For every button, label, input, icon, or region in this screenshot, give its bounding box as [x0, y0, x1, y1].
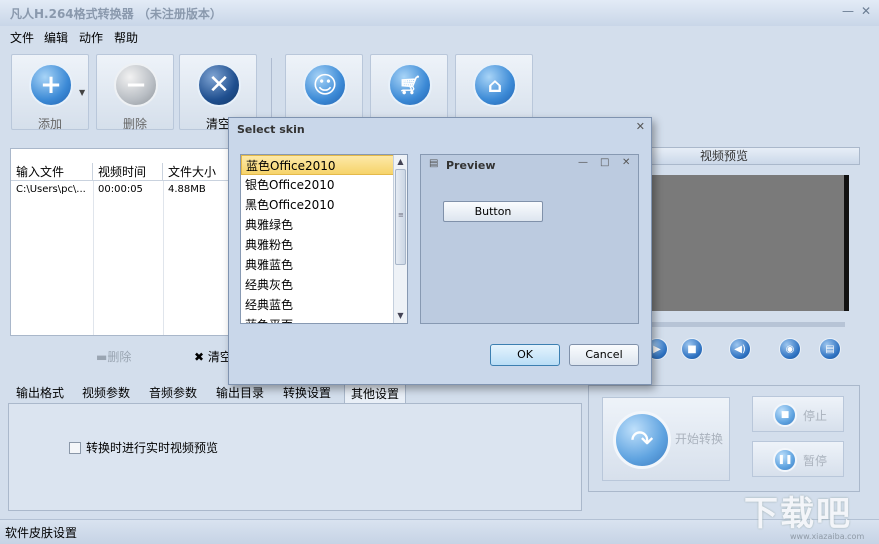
delete-button[interactable]: − 删除 [96, 54, 174, 131]
list-item[interactable]: 银色Office2010 [241, 175, 395, 195]
menu-edit[interactable]: 编辑 [44, 29, 68, 46]
skin-list-scrollbar[interactable]: ▲ ≡ ▼ [393, 155, 407, 323]
volume-icon[interactable]: ◀) [729, 338, 751, 360]
skin-preview-panel: ▤ Preview — □ ✕ Button [420, 154, 639, 324]
preview-title: Preview [446, 159, 496, 172]
minimize-icon: — [578, 157, 588, 168]
status-text: 软件皮肤设置 [5, 526, 78, 540]
column-divider [163, 181, 164, 335]
ok-button[interactable]: OK [490, 344, 560, 366]
add-icon: + [29, 63, 73, 107]
list-item[interactable]: 蓝色平面 [241, 315, 395, 323]
pause-button[interactable]: ❚❚ 暂停 [752, 441, 844, 477]
maximize-icon: □ [600, 157, 610, 168]
column-input-file[interactable]: 输入文件 [11, 163, 93, 181]
close-icon[interactable]: ✕ [858, 3, 874, 19]
snapshot-icon[interactable]: ◉ [779, 338, 801, 360]
clear-list-button[interactable]: ✖︎ 清空 [194, 348, 232, 365]
file-list-header: 输入文件 视频时间 文件大小 [11, 163, 249, 181]
skin-list[interactable]: 蓝色Office2010 银色Office2010 黑色Office2010 典… [240, 154, 408, 324]
tab-output-format[interactable]: 输出格式 [10, 383, 70, 403]
remove-file-label: 删除 [107, 350, 132, 364]
smiley-icon: ☺ [303, 63, 347, 107]
refresh-arrow-icon: ↷ [613, 411, 671, 469]
dialog-title: Select skin [237, 123, 305, 136]
column-divider [93, 181, 94, 335]
menu-bar: 文件 编辑 动作 帮助 [0, 26, 879, 48]
menu-file[interactable]: 文件 [10, 29, 34, 46]
other-settings-panel: 转换时进行实时视频预览 [8, 403, 582, 511]
start-convert-button[interactable]: ↷ 开始转换 [602, 397, 730, 481]
list-item[interactable]: 经典灰色 [241, 275, 395, 295]
tab-output-dir[interactable]: 输出目录 [210, 383, 270, 403]
list-item[interactable]: 黑色Office2010 [241, 195, 395, 215]
column-duration[interactable]: 视频时间 [93, 163, 163, 181]
list-item[interactable]: 经典蓝色 [241, 295, 395, 315]
add-label: 添加 [37, 117, 62, 131]
menu-action[interactable]: 动作 [79, 29, 103, 46]
select-skin-dialog: Select skin ✕ 蓝色Office2010 银色Office2010 … [228, 117, 652, 385]
preview-header: ▤ Preview — □ ✕ [421, 155, 638, 175]
cell-file: C:\Users\pc\... [16, 184, 86, 195]
menu-help[interactable]: 帮助 [114, 29, 138, 46]
list-item[interactable]: 典雅蓝色 [241, 255, 395, 275]
cell-duration: 00:00:05 [98, 184, 143, 195]
add-dropdown-icon[interactable]: ▼ [79, 88, 85, 97]
close-icon: ✕ [622, 157, 631, 168]
scroll-thumb[interactable]: ≡ [395, 169, 406, 265]
watermark-url: www.xiazaiba.com [790, 532, 865, 541]
pause-label: 暂停 [803, 454, 828, 468]
start-convert-label: 开始转换 [675, 432, 724, 446]
main-window: 凡人H.264格式转换器 （未注册版本） — ✕ 文件 编辑 动作 帮助 + 添… [0, 0, 879, 544]
realtime-preview-checkbox[interactable] [69, 442, 81, 454]
realtime-preview-label: 转换时进行实时视频预览 [86, 441, 219, 455]
preview-progress-slider[interactable] [648, 322, 845, 327]
remove-file-button[interactable]: ▬删除 [96, 348, 131, 365]
cell-size: 4.88MB [168, 184, 206, 195]
scroll-up-icon[interactable]: ▲ [394, 155, 407, 169]
close-icon[interactable]: ✕ [636, 120, 645, 133]
pause-icon: ❚❚ [773, 448, 797, 472]
title-bar: 凡人H.264格式转换器 （未注册版本） — ✕ [0, 0, 879, 26]
stop-icon: ■ [773, 403, 797, 427]
stop-label: 停止 [803, 409, 828, 423]
folder-icon[interactable]: ▤ [819, 338, 841, 360]
cancel-button[interactable]: Cancel [569, 344, 639, 366]
tab-other-settings[interactable]: 其他设置 [344, 383, 407, 403]
cart-icon: 🛒︎ [388, 63, 432, 107]
tab-audio-params[interactable]: 音频参数 [143, 383, 203, 403]
video-preview-screen [648, 175, 849, 311]
table-row[interactable]: C:\Users\pc\... 00:00:05 4.88MB [11, 182, 249, 198]
scroll-down-icon[interactable]: ▼ [394, 309, 407, 323]
clear-icon: ✕ [197, 63, 241, 107]
watermark-logo: 下载吧 [744, 494, 852, 534]
home-icon: ⌂ [473, 63, 517, 107]
minimize-icon[interactable]: — [840, 3, 856, 19]
menu-icon: ▤ [429, 158, 439, 169]
add-button[interactable]: + 添加 [11, 54, 89, 131]
remove-icon: − [114, 63, 158, 107]
file-list[interactable]: 输入文件 视频时间 文件大小 C:\Users\pc\... 00:00:05 … [10, 148, 250, 336]
stop-button[interactable]: ■ 停止 [752, 396, 844, 432]
preview-sample-button[interactable]: Button [443, 201, 543, 222]
grip-icon: ≡ [398, 211, 404, 219]
stop-icon[interactable]: ■ [681, 338, 703, 360]
list-item[interactable]: 典雅粉色 [241, 235, 395, 255]
window-title: 凡人H.264格式转换器 （未注册版本） [10, 7, 222, 21]
list-item[interactable]: 典雅绿色 [241, 215, 395, 235]
tab-video-params[interactable]: 视频参数 [76, 383, 136, 403]
delete-label: 删除 [122, 117, 147, 131]
tab-convert-settings[interactable]: 转换设置 [277, 383, 337, 403]
list-item[interactable]: 蓝色Office2010 [241, 155, 395, 175]
